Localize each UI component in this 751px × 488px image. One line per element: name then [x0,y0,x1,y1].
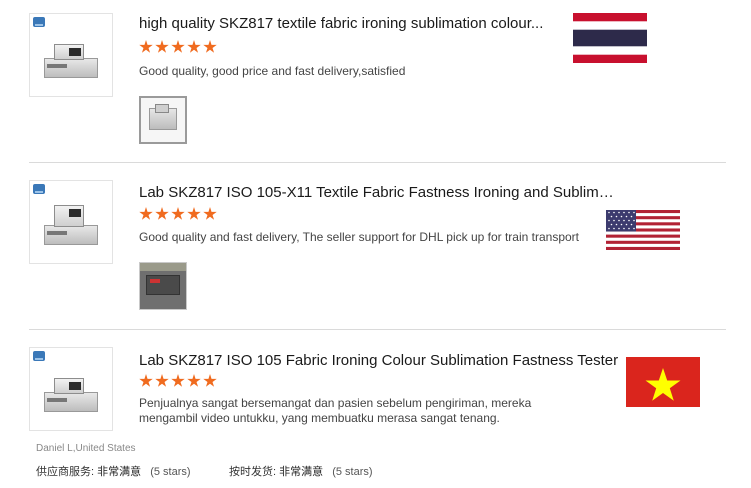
star-icon [203,207,217,220]
supplier-service-count: (5 stars) [150,466,191,478]
divider [29,329,726,330]
on-time-shipping-value: 非常满意 [279,466,324,478]
divider [29,162,726,163]
product-thumbnail[interactable] [29,13,113,97]
product-thumbnail[interactable] [29,347,113,431]
review-photo[interactable] [139,262,187,310]
star-icon [203,40,217,53]
reviewer-info: Daniel L,United States [36,443,136,454]
review-photo[interactable] [139,96,187,144]
supplier-service-label: 供应商服务: [36,466,95,478]
star-icon [139,207,153,220]
star-icon [187,40,201,53]
brand-logo-icon [33,351,45,361]
brand-logo-icon [33,17,45,27]
tester-machine-image [44,378,98,412]
usa-flag-icon [606,210,680,250]
product-title[interactable]: high quality SKZ817 textile fabric ironi… [139,15,619,32]
star-icon [171,207,185,220]
star-icon [171,40,185,53]
review-comment: Penjualnya sangat bersemangat dan pasien… [139,396,532,425]
star-icon [155,374,169,387]
star-icon [187,207,201,220]
star-icon [139,40,153,53]
review-comment: Good quality, good price and fast delive… [139,64,406,78]
on-time-shipping-count: (5 stars) [332,466,373,478]
star-icon [171,374,185,387]
on-time-shipping-label: 按时发货: [229,466,277,478]
star-icon [187,374,201,387]
review-comment: Good quality and fast delivery, The sell… [139,230,579,244]
star-icon [139,374,153,387]
supplier-service-rating: 供应商服务: 非常满意 (5 stars) [36,463,191,479]
tester-machine-image [44,205,98,245]
product-title[interactable]: Lab SKZ817 ISO 105-X11 Textile Fabric Fa… [139,184,619,201]
thailand-flag-icon [573,13,647,63]
supplier-service-value: 非常满意 [97,466,142,478]
brand-logo-icon [33,184,45,194]
star-icon [155,207,169,220]
star-icon [155,40,169,53]
product-title[interactable]: Lab SKZ817 ISO 105 Fabric Ironing Colour… [139,352,619,369]
rating-stars [139,207,219,221]
rating-stars [139,374,219,388]
rating-stars [139,40,219,54]
product-thumbnail[interactable] [29,180,113,264]
star-icon [203,374,217,387]
tester-machine-image [44,44,98,78]
vietnam-flag-icon [626,357,700,407]
on-time-shipping-rating: 按时发货: 非常满意 (5 stars) [229,463,373,479]
